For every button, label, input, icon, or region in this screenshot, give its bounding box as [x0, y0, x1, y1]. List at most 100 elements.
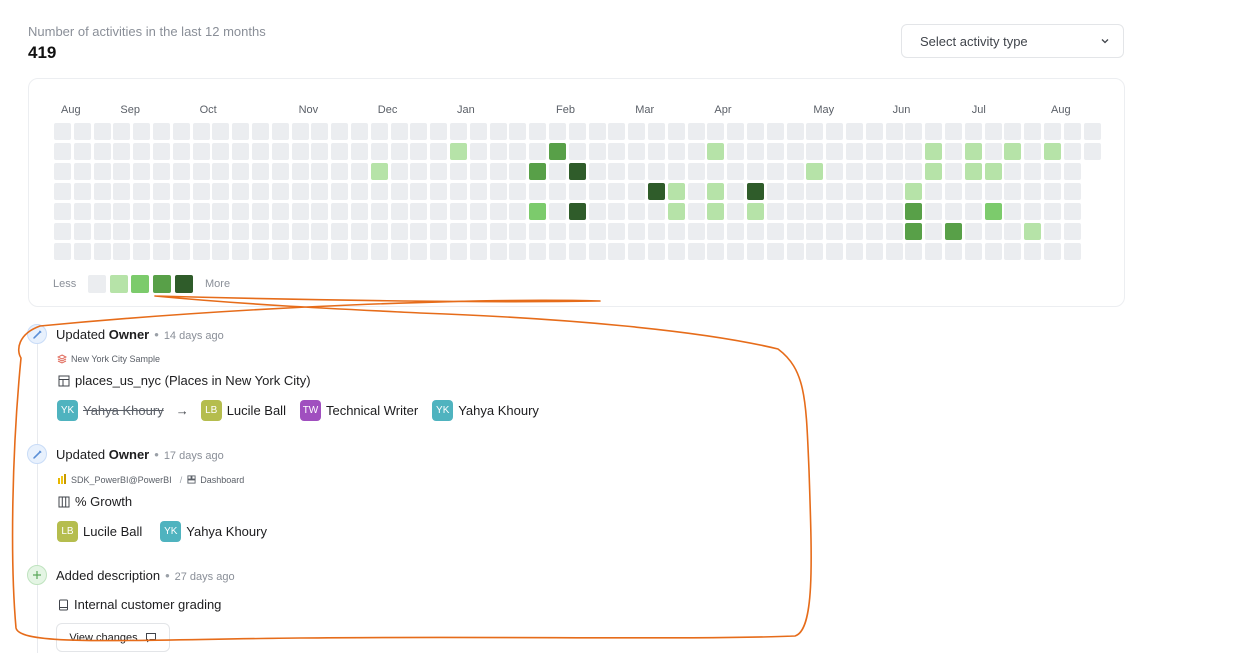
- heatmap-cell[interactable]: [964, 203, 982, 220]
- heatmap-cell[interactable]: [271, 243, 289, 260]
- heatmap-cell[interactable]: [786, 243, 804, 260]
- heatmap-cell[interactable]: [984, 123, 1002, 140]
- heatmap-cell[interactable]: [1063, 223, 1081, 240]
- heatmap-cell[interactable]: [707, 183, 725, 200]
- heatmap-cell[interactable]: [469, 143, 487, 160]
- heatmap-cell[interactable]: [133, 203, 151, 220]
- heatmap-cell[interactable]: [410, 203, 428, 220]
- heatmap-cell[interactable]: [1044, 163, 1061, 180]
- heatmap-cell[interactable]: [687, 243, 705, 260]
- heatmap-cell[interactable]: [93, 123, 111, 140]
- heatmap-cell[interactable]: [93, 143, 111, 160]
- heatmap-cell[interactable]: [747, 123, 764, 140]
- heatmap-cell[interactable]: [628, 223, 646, 240]
- heatmap-cell[interactable]: [846, 163, 863, 180]
- heatmap-cell[interactable]: [331, 243, 349, 260]
- heatmap-cell[interactable]: [885, 243, 903, 260]
- heatmap-cell[interactable]: [410, 163, 428, 180]
- heatmap-cell[interactable]: [964, 143, 982, 160]
- heatmap-cell[interactable]: [212, 203, 230, 220]
- heatmap-cell[interactable]: [430, 203, 448, 220]
- heatmap-cell[interactable]: [172, 203, 190, 220]
- heatmap-cell[interactable]: [252, 203, 269, 220]
- heatmap-cell[interactable]: [667, 143, 685, 160]
- heatmap-cell[interactable]: [73, 163, 91, 180]
- heatmap-cell[interactable]: [370, 243, 388, 260]
- heatmap-cell[interactable]: [549, 223, 566, 240]
- heatmap-cell[interactable]: [608, 183, 626, 200]
- heatmap-cell[interactable]: [1063, 183, 1081, 200]
- heatmap-cell[interactable]: [1044, 123, 1061, 140]
- heatmap-cell[interactable]: [192, 143, 210, 160]
- heatmap-cell[interactable]: [489, 183, 507, 200]
- heatmap-cell[interactable]: [291, 163, 309, 180]
- heatmap-cell[interactable]: [628, 123, 646, 140]
- heatmap-cell[interactable]: [232, 223, 250, 240]
- heatmap-cell[interactable]: [707, 163, 725, 180]
- heatmap-cell[interactable]: [509, 143, 527, 160]
- heatmap-cell[interactable]: [806, 203, 824, 220]
- heatmap-cell[interactable]: [232, 143, 250, 160]
- heatmap-cell[interactable]: [687, 123, 705, 140]
- heatmap-cell[interactable]: [707, 243, 725, 260]
- heatmap-cell[interactable]: [133, 123, 151, 140]
- heatmap-cell[interactable]: [826, 143, 844, 160]
- heatmap-cell[interactable]: [271, 123, 289, 140]
- heatmap-cell[interactable]: [806, 223, 824, 240]
- heatmap-cell[interactable]: [846, 203, 863, 220]
- heatmap-cell[interactable]: [608, 163, 626, 180]
- heatmap-cell[interactable]: [1044, 183, 1061, 200]
- heatmap-cell[interactable]: [846, 123, 863, 140]
- heatmap-cell[interactable]: [529, 243, 547, 260]
- heatmap-cell[interactable]: [568, 203, 586, 220]
- heatmap-cell[interactable]: [331, 163, 349, 180]
- heatmap-cell[interactable]: [925, 183, 943, 200]
- heatmap-cell[interactable]: [113, 163, 131, 180]
- heatmap-cell[interactable]: [232, 203, 250, 220]
- heatmap-cell[interactable]: [73, 203, 91, 220]
- heatmap-cell[interactable]: [291, 243, 309, 260]
- heatmap-cell[interactable]: [390, 163, 408, 180]
- heatmap-cell[interactable]: [945, 163, 962, 180]
- heatmap-cell[interactable]: [648, 203, 665, 220]
- heatmap-cell[interactable]: [153, 143, 170, 160]
- heatmap-cell[interactable]: [390, 183, 408, 200]
- heatmap-cell[interactable]: [747, 163, 764, 180]
- heatmap-cell[interactable]: [964, 243, 982, 260]
- heatmap-cell[interactable]: [667, 123, 685, 140]
- heatmap-cell[interactable]: [1004, 243, 1022, 260]
- heatmap-cell[interactable]: [865, 203, 883, 220]
- heatmap-cell[interactable]: [509, 123, 527, 140]
- heatmap-cell[interactable]: [410, 183, 428, 200]
- heatmap-cell[interactable]: [786, 163, 804, 180]
- heatmap-cell[interactable]: [192, 243, 210, 260]
- heatmap-cell[interactable]: [806, 163, 824, 180]
- heatmap-cell[interactable]: [747, 203, 764, 220]
- heatmap-cell[interactable]: [271, 163, 289, 180]
- heatmap-cell[interactable]: [667, 203, 685, 220]
- heatmap-cell[interactable]: [172, 223, 190, 240]
- heatmap-cell[interactable]: [469, 183, 487, 200]
- heatmap-cell[interactable]: [450, 143, 467, 160]
- heatmap-cell[interactable]: [905, 243, 923, 260]
- heatmap-cell[interactable]: [905, 123, 923, 140]
- heatmap-cell[interactable]: [806, 243, 824, 260]
- heatmap-cell[interactable]: [390, 143, 408, 160]
- heatmap-cell[interactable]: [54, 183, 71, 200]
- heatmap-cell[interactable]: [964, 123, 982, 140]
- heatmap-cell[interactable]: [351, 203, 368, 220]
- heatmap-cell[interactable]: [1004, 223, 1022, 240]
- heatmap-cell[interactable]: [529, 163, 547, 180]
- heatmap-cell[interactable]: [351, 163, 368, 180]
- heatmap-cell[interactable]: [747, 243, 764, 260]
- heatmap-cell[interactable]: [984, 223, 1002, 240]
- heatmap-cell[interactable]: [766, 143, 784, 160]
- heatmap-cell[interactable]: [608, 243, 626, 260]
- heatmap-cell[interactable]: [905, 163, 923, 180]
- heatmap-cell[interactable]: [648, 183, 665, 200]
- heatmap-cell[interactable]: [54, 143, 71, 160]
- heatmap-cell[interactable]: [469, 203, 487, 220]
- heatmap-cell[interactable]: [747, 143, 764, 160]
- heatmap-cell[interactable]: [549, 203, 566, 220]
- heatmap-cell[interactable]: [1063, 143, 1081, 160]
